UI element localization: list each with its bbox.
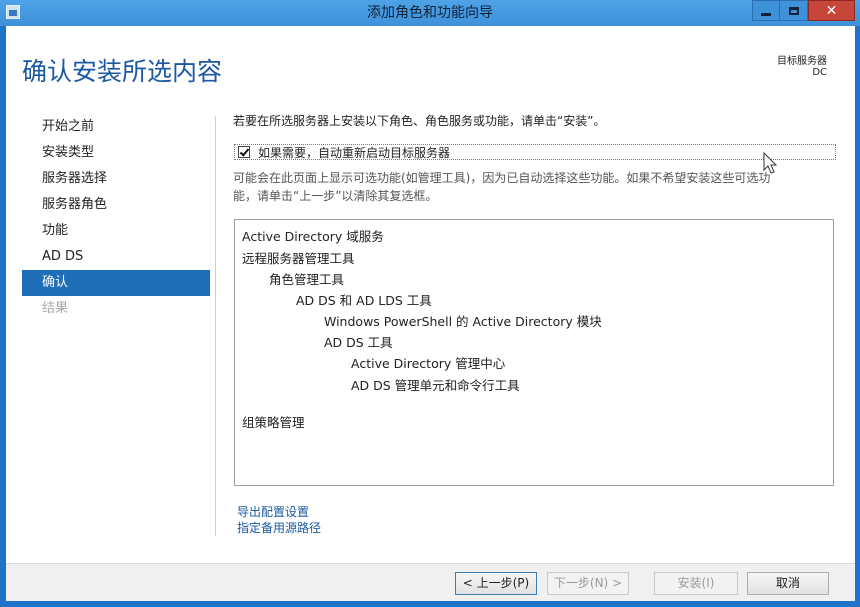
feature-item: 角色管理工具 [269, 272, 345, 287]
nav-item-installation-type[interactable]: 安装类型 [22, 140, 210, 166]
wizard-client-area: 确认安装所选内容 目标服务器 DC 开始之前 安装类型 服务器选择 服务器角色 … [6, 26, 855, 601]
maximize-icon [788, 6, 799, 15]
nav-item-server-selection[interactable]: 服务器选择 [22, 166, 210, 192]
feature-item: AD DS 工具 [324, 335, 393, 350]
close-icon: ✕ [825, 2, 838, 19]
feature-item: Windows PowerShell 的 Active Directory 模块 [324, 314, 602, 329]
nav-item-ad-ds[interactable]: AD DS [22, 244, 210, 270]
intro-text: 若要在所选服务器上安装以下角色、角色服务或功能，请单击“安装”。 [233, 114, 606, 128]
nav-item-before-you-begin[interactable]: 开始之前 [22, 114, 210, 140]
feature-item: AD DS 管理单元和命令行工具 [351, 378, 520, 393]
title-bar: 添加角色和功能向导 ✕ [0, 0, 860, 26]
nav-item-confirmation[interactable]: 确认 [22, 270, 210, 296]
wizard-footer: < 上一步(P) 下一步(N) > 安装(I) 取消 [6, 564, 855, 601]
note-line-2: 能，请单击“上一步”以清除其复选框。 [233, 189, 438, 203]
restart-checkbox[interactable] [238, 146, 250, 158]
install-button: 安装(I) [654, 572, 738, 595]
next-button: 下一步(N) > [547, 572, 629, 595]
selected-features-list[interactable]: Active Directory 域服务 远程服务器管理工具 角色管理工具 AD… [234, 219, 834, 486]
nav-item-features[interactable]: 功能 [22, 218, 210, 244]
wizard-nav: 开始之前 安装类型 服务器选择 服务器角色 功能 AD DS 确认 结果 [22, 114, 210, 322]
target-server-label: 目标服务器 [777, 56, 827, 67]
minimize-button[interactable] [752, 0, 780, 21]
restart-checkbox-row[interactable]: 如果需要，自动重新启动目标服务器 [234, 144, 836, 160]
mouse-cursor-icon [763, 152, 778, 174]
maximize-button[interactable] [780, 0, 808, 21]
page-title: 确认安装所选内容 [22, 57, 223, 86]
target-server-value: DC [812, 67, 827, 78]
window-title: 添加角色和功能向导 [367, 5, 493, 21]
optional-features-note: 可能会在此页面上显示可选功能(如管理工具)，因为已自动选择这些功能。如果不希望安… [233, 169, 833, 205]
minimize-icon [761, 13, 771, 16]
cancel-button[interactable]: 取消 [747, 572, 829, 595]
previous-button[interactable]: < 上一步(P) [455, 572, 537, 595]
nav-divider [215, 116, 216, 536]
feature-item: 组策略管理 [242, 415, 305, 430]
feature-item: AD DS 和 AD LDS 工具 [296, 293, 432, 308]
restart-checkbox-label[interactable]: 如果需要，自动重新启动目标服务器 [258, 144, 450, 161]
note-line-1: 可能会在此页面上显示可选功能(如管理工具)，因为已自动选择这些功能。如果不希望安… [233, 171, 771, 185]
nav-item-results: 结果 [42, 301, 69, 316]
feature-item: Active Directory 域服务 [242, 229, 384, 244]
nav-item-server-roles[interactable]: 服务器角色 [22, 192, 210, 218]
export-config-link[interactable]: 导出配置设置 [237, 503, 309, 520]
feature-item: Active Directory 管理中心 [351, 356, 506, 371]
feature-item: 远程服务器管理工具 [242, 251, 355, 266]
alternate-source-link[interactable]: 指定备用源路径 [237, 519, 321, 536]
close-button[interactable]: ✕ [808, 0, 855, 21]
